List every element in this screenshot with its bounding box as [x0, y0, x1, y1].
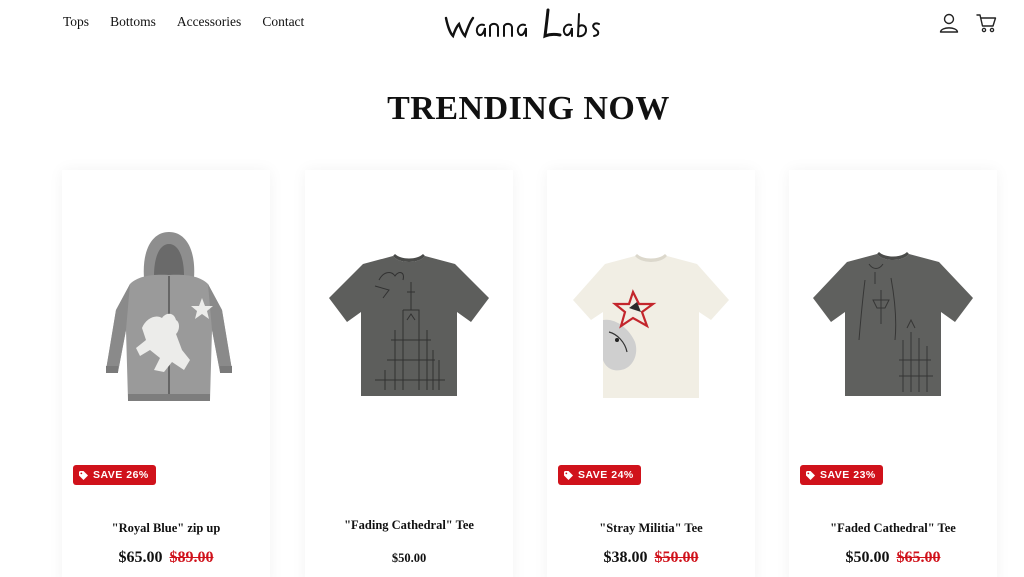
sale-price: $50.00 — [845, 549, 890, 566]
header-icons — [938, 12, 998, 34]
tag-icon — [564, 470, 573, 480]
compare-price: $89.00 — [169, 549, 214, 566]
tag-icon — [806, 470, 815, 480]
site-logo[interactable] — [444, 6, 610, 42]
product-card[interactable]: SAVE 26% "Royal Blue" zip up $65.00 $89.… — [62, 170, 270, 577]
cart-icon[interactable] — [976, 12, 998, 34]
regular-price: $50.00 — [391, 551, 427, 565]
badge-text: SAVE 26% — [93, 469, 149, 481]
product-card[interactable]: SAVE 24% "Stray Militia" Tee $38.00 $50.… — [547, 170, 755, 577]
product-name[interactable]: "Fading Cathedral" Tee — [305, 518, 513, 533]
discount-badge: SAVE 24% — [558, 465, 641, 485]
logo-wordmark — [444, 8, 600, 39]
product-price: $65.00 $89.00 — [62, 549, 270, 567]
compare-price: $50.00 — [654, 549, 699, 566]
product-price: $50.00 — [305, 551, 513, 566]
product-image-zip-hoodie[interactable] — [72, 220, 260, 420]
tag-icon — [79, 470, 88, 480]
badge-text: SAVE 24% — [578, 469, 634, 481]
product-name[interactable]: "Stray Militia" Tee — [547, 521, 755, 536]
product-name[interactable]: "Faded Cathedral" Tee — [789, 521, 997, 536]
compare-price: $65.00 — [896, 549, 941, 566]
nav-bottoms[interactable]: Bottoms — [110, 14, 156, 30]
discount-badge: SAVE 23% — [800, 465, 883, 485]
nav-tops[interactable]: Tops — [63, 14, 89, 30]
product-image-tee-faded-cathedral[interactable] — [799, 220, 987, 420]
product-price: $50.00 $65.00 — [789, 549, 997, 567]
page-title: TRENDING NOW — [387, 90, 670, 127]
main-nav: Tops Bottoms Accessories Contact — [63, 14, 304, 30]
product-image-tee-white-militia[interactable] — [557, 220, 745, 420]
badge-text: SAVE 23% — [820, 469, 876, 481]
product-price: $38.00 $50.00 — [547, 549, 755, 567]
site-header: Tops Bottoms Accessories Contact — [0, 0, 1024, 50]
sale-price: $65.00 — [118, 549, 163, 566]
product-image-tee-grey-cathedral[interactable] — [315, 220, 503, 420]
product-name[interactable]: "Royal Blue" zip up — [62, 521, 270, 536]
product-card[interactable]: "Fading Cathedral" Tee $50.00 — [305, 170, 513, 577]
sale-price: $38.00 — [603, 549, 648, 566]
product-card[interactable]: SAVE 23% "Faded Cathedral" Tee $50.00 $6… — [789, 170, 997, 577]
account-icon[interactable] — [938, 12, 960, 34]
nav-accessories[interactable]: Accessories — [177, 14, 241, 30]
discount-badge: SAVE 26% — [73, 465, 156, 485]
nav-contact[interactable]: Contact — [262, 14, 304, 30]
